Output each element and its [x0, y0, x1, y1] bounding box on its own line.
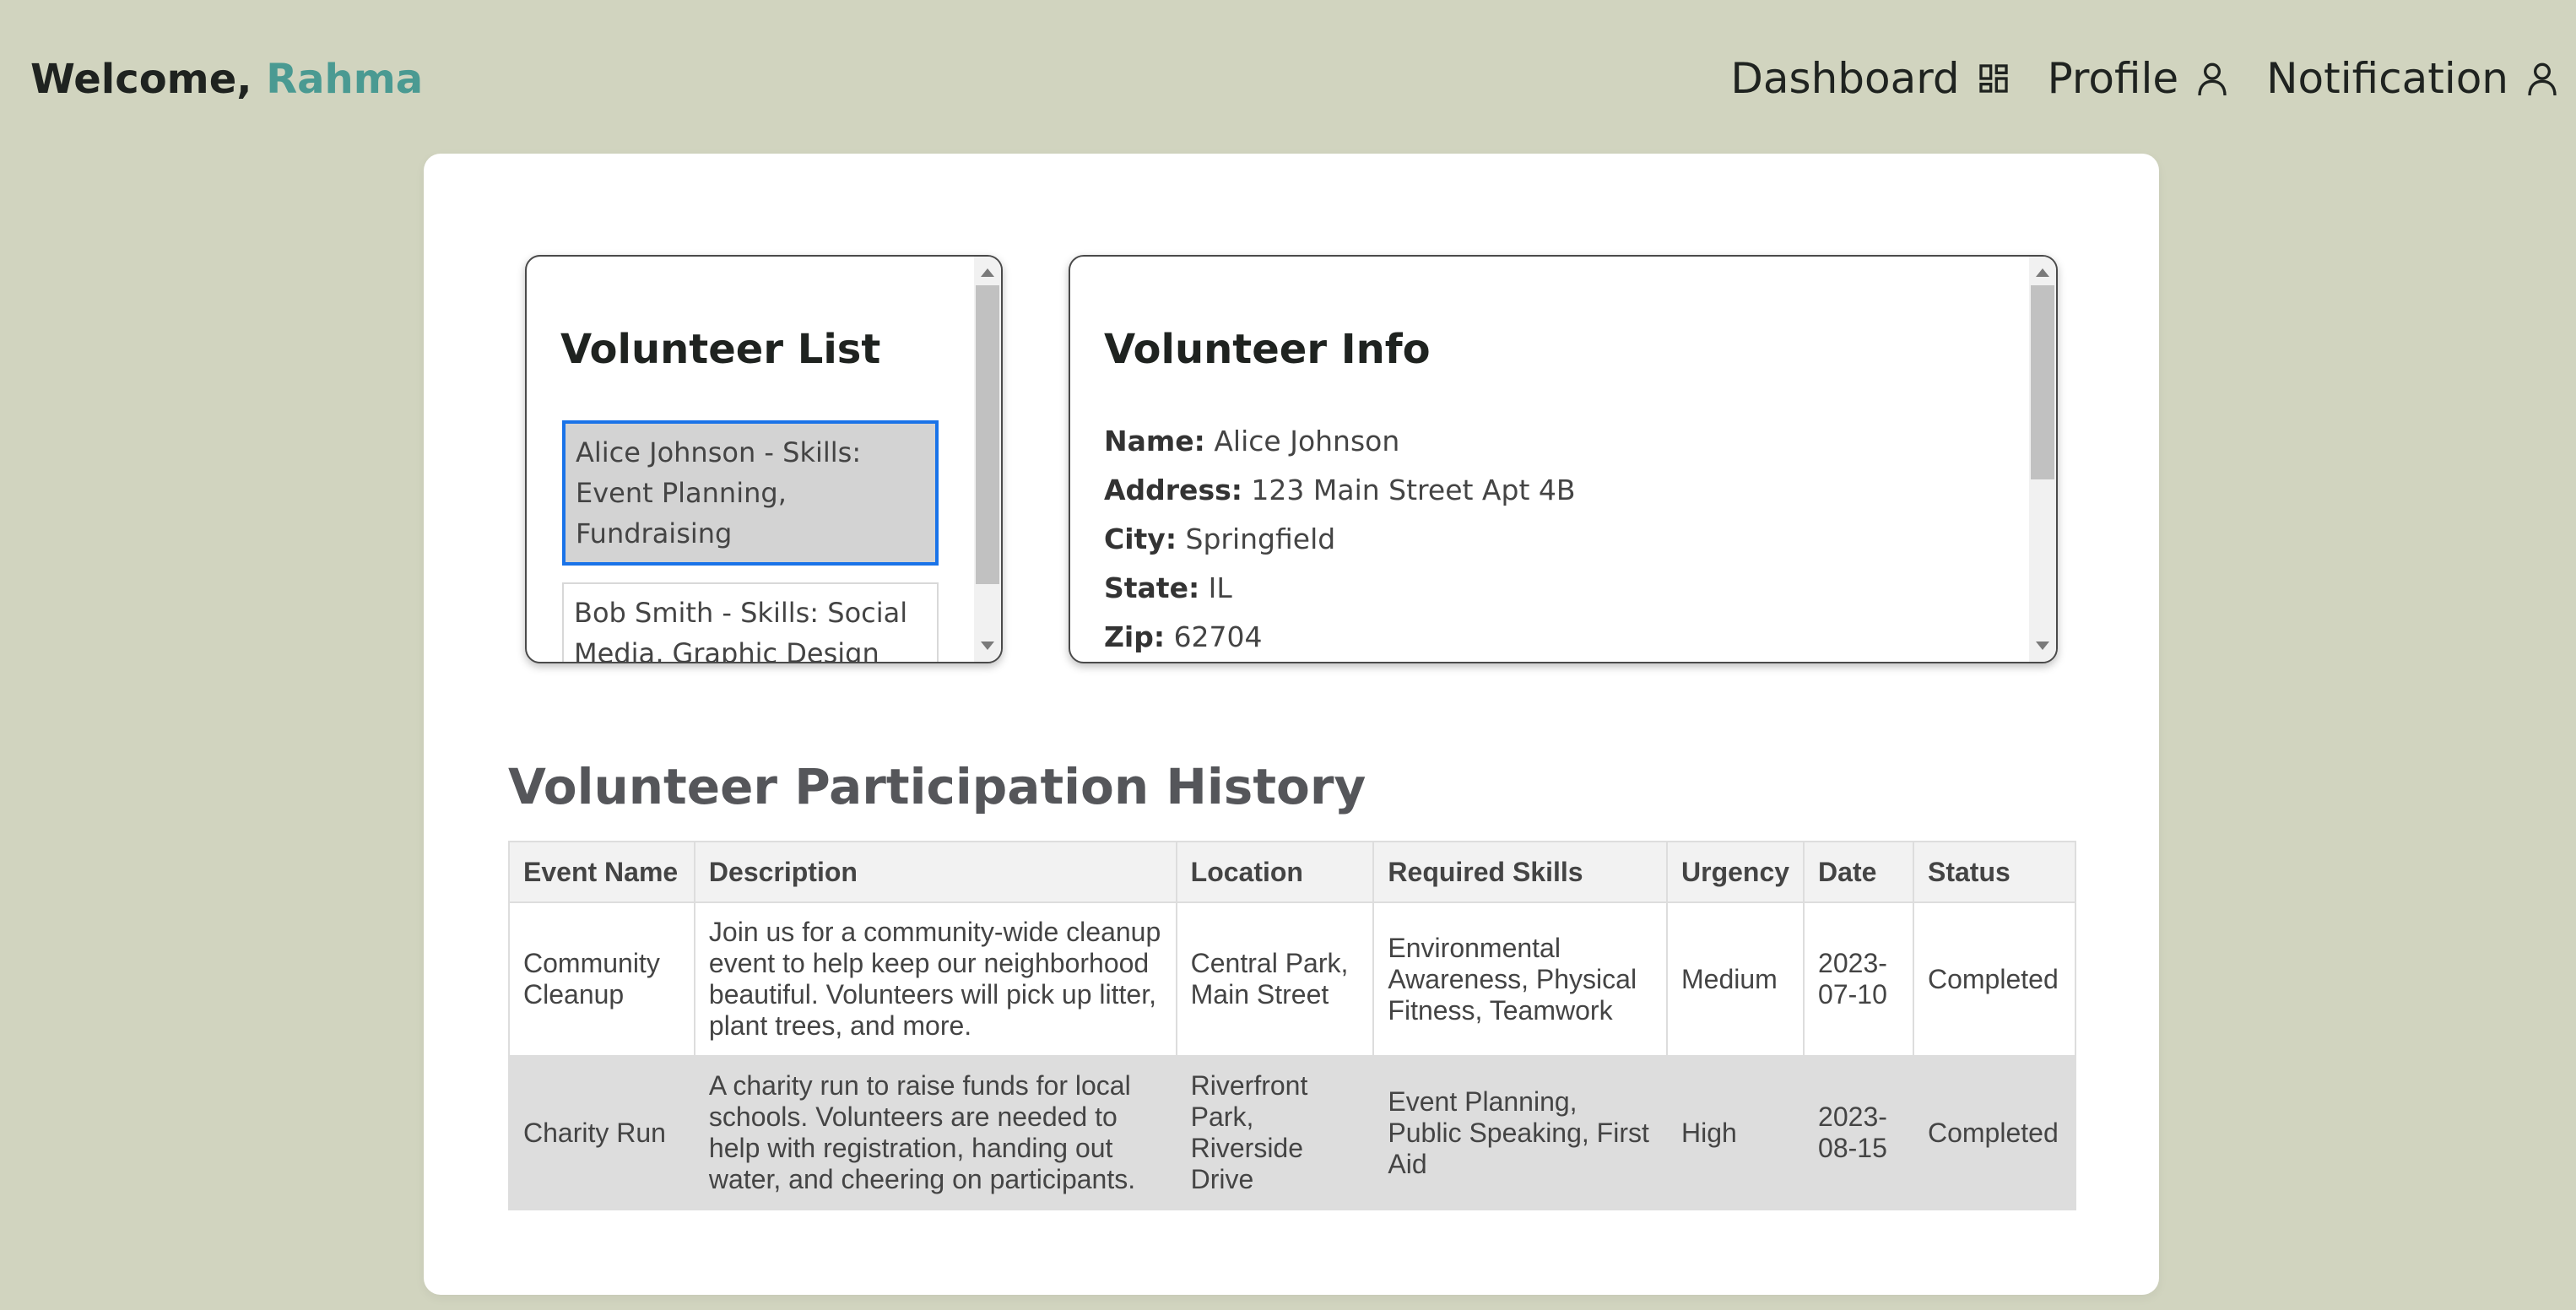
volunteer-info-panel[interactable]: Volunteer Info Name: Alice Johnson Addre…: [1069, 255, 2058, 663]
info-state: State: IL: [1104, 564, 1576, 613]
field-value: IL: [1208, 571, 1232, 604]
info-zip: Zip: 62704: [1104, 613, 1576, 662]
field-label: Name:: [1104, 425, 1205, 457]
field-label: City:: [1104, 522, 1177, 555]
volunteer-info-scrollbar[interactable]: [2029, 257, 2056, 662]
main-card: Volunteer List Alice Johnson - Skills: E…: [424, 154, 2159, 1295]
user-icon: [2198, 62, 2227, 96]
cell-location: Central Park, Main Street: [1175, 901, 1375, 1057]
volunteer-info-fields: Name: Alice Johnson Address: 123 Main St…: [1104, 417, 1576, 662]
user-name: Rahma: [266, 56, 424, 103]
column-header: Urgency: [1665, 841, 1805, 903]
user-icon: [2528, 62, 2557, 96]
volunteer-list-item[interactable]: Alice Johnson - Skills: Event Planning, …: [562, 420, 939, 566]
cell-date: 2023-07-10: [1803, 901, 1914, 1057]
nav-dashboard-label: Dashboard: [1730, 54, 1960, 103]
volunteer-list-scrollbar[interactable]: [974, 257, 1001, 662]
field-label: State:: [1104, 571, 1200, 604]
main-nav: Dashboard Profile Notification: [1693, 54, 2559, 103]
scroll-down-arrow-icon[interactable]: [2036, 641, 2049, 650]
column-header: Event Name: [508, 841, 695, 903]
cell-event-name: Charity Run: [508, 1055, 695, 1210]
nav-dashboard[interactable]: Dashboard: [1730, 54, 2010, 103]
welcome-message: Welcome, Rahma: [30, 56, 423, 103]
top-bar: Welcome, Rahma Dashboard Profile Notific…: [0, 0, 2576, 152]
field-value: 123 Main Street Apt 4B: [1251, 474, 1576, 506]
cell-event-name: Community Cleanup: [508, 901, 695, 1057]
field-label: Address:: [1104, 474, 1242, 506]
welcome-prefix: Welcome,: [30, 56, 267, 103]
cell-location: Riverfront Park, Riverside Drive: [1175, 1055, 1375, 1210]
field-value: Springfield: [1185, 522, 1336, 555]
history-table: Event Name Description Location Required…: [508, 841, 2077, 1210]
cell-status: Completed: [1912, 901, 2077, 1057]
cell-description: A charity run to raise funds for local s…: [693, 1055, 1177, 1210]
cell-status: Completed: [1912, 1055, 2077, 1210]
scrollbar-thumb[interactable]: [976, 285, 999, 584]
column-header: Description: [693, 841, 1177, 903]
table-header-row: Event Name Description Location Required…: [508, 841, 2077, 903]
field-value: Alice Johnson: [1214, 425, 1400, 457]
info-address: Address: 123 Main Street Apt 4B: [1104, 466, 1576, 515]
volunteer-list-item[interactable]: Bob Smith - Skills: Social Media, Graphi…: [562, 582, 939, 663]
volunteer-list-item-text: Bob Smith - Skills: Social Media, Graphi…: [574, 597, 908, 663]
nav-profile-label: Profile: [2047, 54, 2179, 103]
column-header: Date: [1803, 841, 1914, 903]
table-row: Charity Run A charity run to raise funds…: [508, 1055, 2077, 1210]
scroll-up-arrow-icon[interactable]: [2036, 268, 2049, 277]
dashboard-icon: [1978, 64, 2008, 93]
table-row: Community Cleanup Join us for a communit…: [508, 901, 2077, 1057]
cell-urgency: High: [1665, 1055, 1805, 1210]
field-value: 62704: [1173, 620, 1263, 653]
cell-required-skills: Event Planning, Public Speaking, First A…: [1372, 1055, 1668, 1210]
cell-urgency: Medium: [1665, 901, 1805, 1057]
history-title: Volunteer Participation History: [508, 758, 1366, 815]
info-name: Name: Alice Johnson: [1104, 417, 1576, 466]
cell-description: Join us for a community-wide cleanup eve…: [693, 901, 1177, 1057]
nav-notification-label: Notification: [2266, 54, 2508, 103]
scroll-down-arrow-icon[interactable]: [981, 641, 994, 650]
nav-profile[interactable]: Profile: [2048, 54, 2229, 103]
nav-notification[interactable]: Notification: [2266, 54, 2559, 103]
volunteer-list-item-text: Alice Johnson - Skills: Event Planning, …: [576, 436, 862, 549]
scroll-up-arrow-icon[interactable]: [981, 268, 994, 277]
cell-date: 2023-08-15: [1803, 1055, 1914, 1210]
cell-required-skills: Environmental Awareness, Physical Fitnes…: [1372, 901, 1668, 1057]
scrollbar-thumb[interactable]: [2031, 285, 2054, 479]
column-header: Status: [1912, 841, 2077, 903]
volunteer-list-panel[interactable]: Volunteer List Alice Johnson - Skills: E…: [525, 255, 1003, 663]
info-city: City: Springfield: [1104, 515, 1576, 564]
column-header: Location: [1175, 841, 1375, 903]
field-label: Zip:: [1104, 620, 1166, 653]
volunteer-list-title: Volunteer List: [560, 326, 881, 373]
volunteer-info-title: Volunteer Info: [1104, 326, 1431, 373]
column-header: Required Skills: [1372, 841, 1668, 903]
